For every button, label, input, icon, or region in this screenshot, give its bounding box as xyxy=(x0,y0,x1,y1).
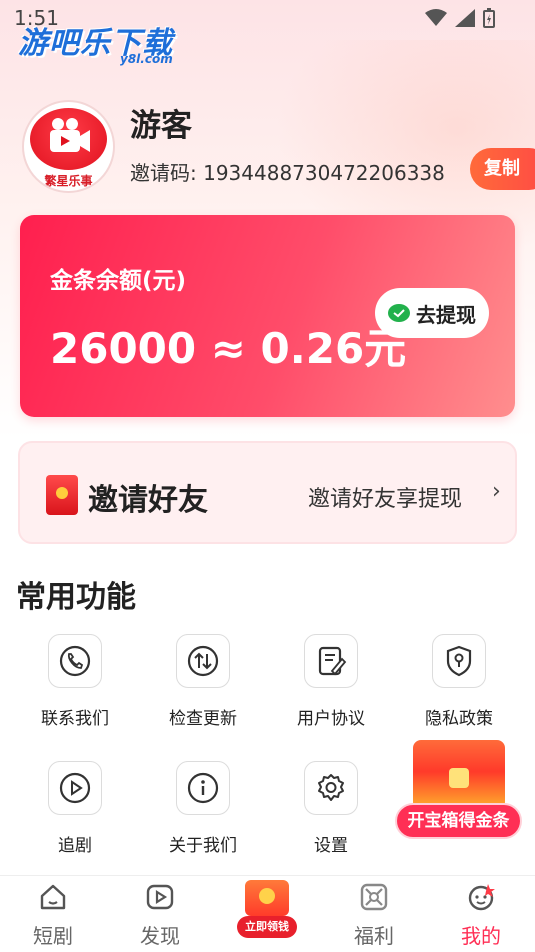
nav-label: 福利 xyxy=(354,924,394,948)
info-icon xyxy=(176,761,230,815)
avatar-camera-badge xyxy=(30,108,107,170)
nav-item-short-drama[interactable]: 短剧 xyxy=(8,882,98,948)
invite-code: 邀请码: 1934488730472206338 xyxy=(130,161,445,185)
agreement-icon xyxy=(304,634,358,688)
avatar[interactable]: 繁星乐事 xyxy=(22,100,115,193)
gift-grid-icon xyxy=(360,883,388,911)
nav-item-mine[interactable]: 我的 xyxy=(436,882,526,948)
balance-label: 金条余额(元) xyxy=(50,268,187,294)
function-about-us[interactable]: 关于我们 xyxy=(153,761,253,856)
balance-value: 26000 ≈ 0.26元 xyxy=(50,324,407,373)
nav-reward-button[interactable]: 立即领钱 xyxy=(237,880,297,940)
profile-face-icon xyxy=(468,884,495,911)
function-follow-drama[interactable]: 追剧 xyxy=(25,761,125,856)
copy-button[interactable]: 复制 xyxy=(470,148,535,190)
functions-title: 常用功能 xyxy=(16,580,136,615)
function-label: 关于我们 xyxy=(169,836,237,856)
watermark-url: y8l.com xyxy=(120,52,173,66)
function-label: 设置 xyxy=(314,836,348,856)
play-square-icon xyxy=(146,884,174,910)
function-label: 检查更新 xyxy=(169,709,237,729)
nav-label: 我的 xyxy=(461,924,501,948)
update-icon xyxy=(176,634,230,688)
video-camera-icon xyxy=(50,118,90,152)
function-label: 追剧 xyxy=(58,836,92,856)
nav-item-welfare[interactable]: 福利 xyxy=(329,882,419,948)
function-privacy-policy[interactable]: 隐私政策 xyxy=(409,634,509,729)
withdraw-button[interactable]: 去提现 xyxy=(375,288,489,338)
function-label: 用户协议 xyxy=(297,709,365,729)
function-check-update[interactable]: 检查更新 xyxy=(153,634,253,729)
nav-label: 短剧 xyxy=(33,924,73,948)
signal-icon xyxy=(455,9,475,27)
red-envelope-icon xyxy=(46,475,78,515)
avatar-caption: 繁星乐事 xyxy=(44,174,93,188)
function-label: 隐私政策 xyxy=(425,709,493,729)
invite-title: 邀请好友 xyxy=(88,483,208,518)
phone-icon xyxy=(48,634,102,688)
invite-friends-card[interactable]: 邀请好友 邀请好友享提现 › xyxy=(18,441,517,544)
home-icon xyxy=(40,884,66,910)
withdraw-label: 去提现 xyxy=(416,302,476,327)
red-envelope-icon xyxy=(245,880,289,916)
function-contact-us[interactable]: 联系我们 xyxy=(25,634,125,729)
function-label: 联系我们 xyxy=(41,709,109,729)
status-icons xyxy=(425,8,495,28)
function-settings[interactable]: 设置 xyxy=(281,761,381,856)
chevron-right-icon: › xyxy=(492,479,501,504)
treasure-chest-icon[interactable] xyxy=(413,740,505,810)
wechat-icon xyxy=(388,304,410,322)
username: 游客 xyxy=(130,108,192,144)
gear-icon xyxy=(304,761,358,815)
reward-label: 立即领钱 xyxy=(237,916,297,938)
play-icon xyxy=(48,761,102,815)
privacy-shield-icon xyxy=(432,634,486,688)
function-user-agreement[interactable]: 用户协议 xyxy=(281,634,381,729)
battery-icon xyxy=(483,8,495,28)
invite-subtitle: 邀请好友享提现 xyxy=(308,487,463,512)
balance-card: 金条余额(元) 26000 ≈ 0.26元 去提现 xyxy=(20,215,515,417)
wifi-icon xyxy=(425,9,447,26)
nav-item-discover[interactable]: 发现 xyxy=(115,882,205,948)
treasure-button[interactable]: 开宝箱得金条 xyxy=(395,803,522,839)
nav-label: 发现 xyxy=(140,924,180,948)
